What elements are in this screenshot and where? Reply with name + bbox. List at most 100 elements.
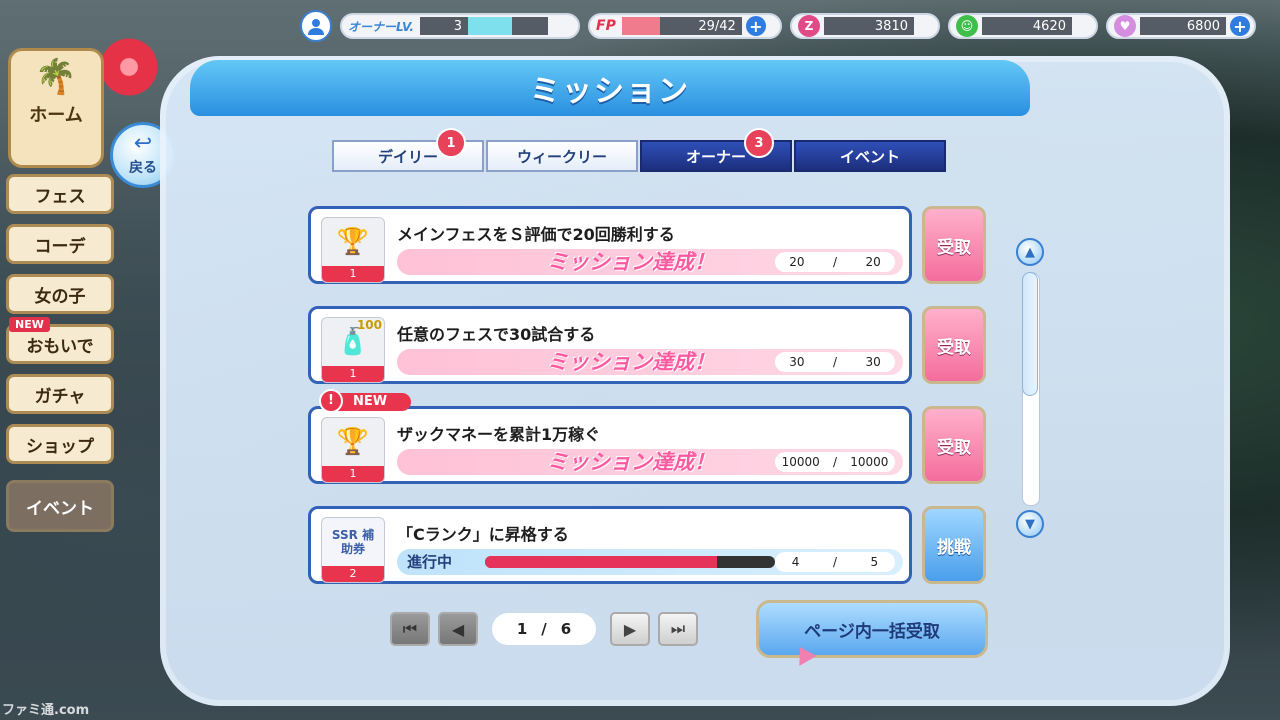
- currency-a-value: 3810: [824, 17, 914, 35]
- scroll-down-icon[interactable]: ▼: [1016, 510, 1044, 538]
- mission-card: ! NEW 🏆 1 ザックマネーを累計1万稼ぐ ミッション達成！ 10000 /…: [308, 389, 912, 484]
- new-badge-label: NEW: [353, 394, 388, 409]
- mission-title: 「Cランク」に昇格する: [397, 525, 569, 544]
- fp-plus-button[interactable]: +: [745, 16, 766, 36]
- tab-daily-badge: 1: [436, 128, 466, 158]
- scroll-up-icon[interactable]: ▲: [1016, 238, 1044, 266]
- page-separator: /: [541, 620, 547, 638]
- trophy-icon: 🏆: [336, 427, 370, 457]
- counter-current: 10000: [781, 455, 820, 469]
- fp-stat: FP 29/42 +: [588, 13, 782, 39]
- mission-row: 🧴 100 1 任意のフェスで30試合する ミッション達成！ 30 / 30 受…: [308, 306, 998, 384]
- mission-counter: 20 / 20: [775, 252, 895, 272]
- tab-owner[interactable]: オーナー 3: [640, 128, 792, 172]
- tab-daily[interactable]: デイリー 1: [332, 128, 484, 172]
- mission-title: ザックマネーを累計1万稼ぐ: [397, 425, 601, 444]
- counter-current: 20: [789, 255, 805, 269]
- new-badge: ! NEW: [319, 389, 412, 413]
- reward-box: 🏆 1: [321, 417, 385, 483]
- menu-coordinate-label: コーデ: [34, 236, 86, 257]
- palm-tree-icon: 🌴: [34, 57, 78, 97]
- mission-counter: 4 / 5: [775, 552, 895, 572]
- mission-status: ミッション達成！: [547, 350, 715, 374]
- trophy-icon: 🏆: [336, 227, 370, 257]
- user-icon: [308, 19, 324, 35]
- fp-value: 29/42: [677, 17, 742, 35]
- scroll-thumb[interactable]: [1022, 272, 1038, 396]
- counter-separator: /: [832, 355, 837, 369]
- next-page-icon[interactable]: ▶: [610, 612, 650, 646]
- owner-level-label: オーナーLV.: [348, 19, 414, 34]
- page-current: 1: [516, 620, 528, 638]
- fp-gauge: [621, 17, 678, 35]
- currency-a: Z 3810: [790, 13, 940, 39]
- owner-exp-gauge: [467, 17, 548, 35]
- menu-event-label: イベント: [26, 498, 94, 519]
- progress-strip: ミッション達成！ 30 / 30: [397, 349, 903, 375]
- tab-owner-label: オーナー: [685, 147, 746, 166]
- counter-separator: /: [832, 455, 838, 469]
- counter-total: 5: [870, 555, 879, 569]
- mission-progress-bar: [485, 556, 775, 568]
- progress-strip: ミッション達成！ 20 / 20: [397, 249, 903, 275]
- menu-event[interactable]: イベント: [6, 480, 114, 532]
- counter-separator: /: [832, 255, 837, 269]
- menu-shop-label: ショップ: [26, 436, 94, 457]
- mission-counter: 30 / 30: [775, 352, 895, 372]
- mission-row: SSR 補助券 2 「Cランク」に昇格する 進行中 4 / 5 挑戦: [308, 506, 998, 584]
- mission-title: メインフェスをＳ評価で20回勝利する: [397, 225, 675, 244]
- watermark: ファミ通.com: [2, 703, 90, 718]
- currency-c: ♥ 6800 +: [1106, 13, 1256, 39]
- mission-row: ! NEW 🏆 1 ザックマネーを累計1万稼ぐ ミッション達成！ 10000 /…: [308, 389, 998, 484]
- receive-button[interactable]: 受取: [922, 406, 986, 484]
- mission-title: 任意のフェスで30試合する: [397, 325, 596, 344]
- menu-memories[interactable]: NEW おもいで: [6, 317, 114, 364]
- gem-plus-button[interactable]: +: [1230, 16, 1250, 36]
- first-page-icon[interactable]: ⏮: [390, 612, 430, 646]
- exclamation-icon: !: [319, 389, 343, 413]
- home-label: ホーム: [29, 105, 83, 126]
- hibiscus-icon: [96, 34, 162, 100]
- tab-weekly[interactable]: ウィークリー: [486, 140, 638, 172]
- counter-total: 10000: [850, 455, 889, 469]
- reward-box: SSR 補助券 2: [321, 517, 385, 583]
- mission-status: 進行中: [407, 553, 453, 571]
- ssr-ticket-icon: SSR 補助券: [331, 528, 375, 556]
- menu-fes[interactable]: フェス: [6, 174, 114, 214]
- reward-tag: 100: [356, 318, 382, 332]
- tab-daily-label: デイリー: [377, 147, 438, 166]
- menu-shop[interactable]: ショップ: [6, 424, 114, 464]
- receive-button[interactable]: 受取: [922, 306, 986, 384]
- menu-girls-label: 女の子: [34, 286, 86, 307]
- last-page-icon[interactable]: ⏭: [658, 612, 698, 646]
- bulk-receive-button[interactable]: ページ内一括受取: [756, 600, 988, 658]
- receive-button[interactable]: 受取: [922, 206, 986, 284]
- mission-card: 🧴 100 1 任意のフェスで30試合する ミッション達成！ 30 / 30: [308, 306, 912, 384]
- menu-coordinate[interactable]: コーデ: [6, 224, 114, 264]
- counter-current: 4: [791, 555, 800, 569]
- mission-counter: 10000 / 10000: [775, 452, 895, 472]
- menu-memories-label: おもいで: [26, 336, 94, 357]
- counter-total: 30: [865, 355, 881, 369]
- menu-girls[interactable]: 女の子: [6, 274, 114, 314]
- page-indicator: 1 / 6: [492, 613, 596, 645]
- profile-button[interactable]: [300, 10, 332, 42]
- mission-tabs: デイリー 1 ウィークリー オーナー 3 イベント: [332, 128, 946, 172]
- prev-page-icon[interactable]: ◀: [438, 612, 478, 646]
- page-total: 6: [560, 620, 572, 638]
- menu-gacha[interactable]: ガチャ: [6, 374, 114, 414]
- mission-card: SSR 補助券 2 「Cランク」に昇格する 進行中 4 / 5: [308, 506, 912, 584]
- challenge-button[interactable]: 挑戦: [922, 506, 986, 584]
- reward-count: 1: [322, 466, 384, 482]
- tab-event[interactable]: イベント: [794, 140, 946, 172]
- mission-status: ミッション達成！: [547, 450, 715, 474]
- owner-level: オーナーLV. 3: [340, 13, 580, 39]
- page-title: ミッション: [530, 74, 690, 109]
- list-scrollbar[interactable]: ▲ ▼: [1014, 238, 1046, 540]
- counter-current: 30: [789, 355, 805, 369]
- owner-level-value: 3: [419, 17, 468, 35]
- currency-b: ☺ 4620: [948, 13, 1098, 39]
- home-button[interactable]: 🌴 ホーム: [8, 48, 104, 168]
- tab-event-label: イベント: [839, 147, 900, 166]
- reward-box: 🧴 100 1: [321, 317, 385, 383]
